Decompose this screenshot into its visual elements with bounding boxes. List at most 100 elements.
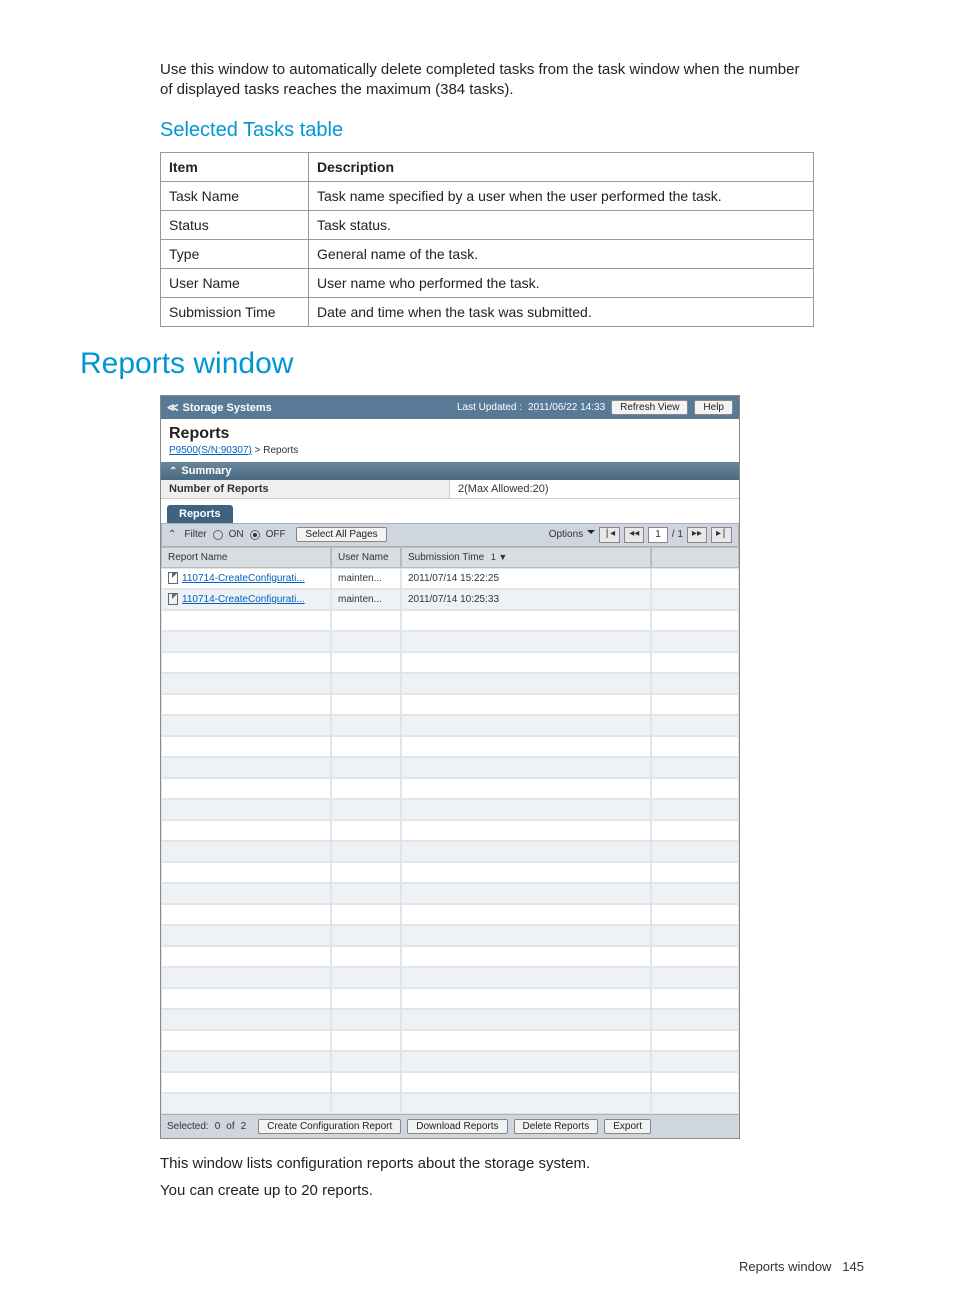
grid-cell: [401, 799, 651, 820]
export-button[interactable]: Export: [604, 1119, 651, 1134]
grid-cell: 2011/07/14 15:22:25: [401, 568, 651, 589]
grid-cell: [161, 883, 331, 904]
grid-cell: [331, 652, 401, 673]
grid-cell: [651, 799, 739, 820]
grid-cell: [651, 715, 739, 736]
cell-desc: User name who performed the task.: [309, 268, 814, 297]
grid-cell: [651, 778, 739, 799]
breadcrumb-link[interactable]: P9500(S/N:90307): [169, 445, 252, 456]
grid-cell: [401, 883, 651, 904]
grid-cell: [651, 1009, 739, 1030]
page-next-button[interactable]: ▸▸: [687, 527, 707, 543]
grid-cell: [651, 946, 739, 967]
grid-cell: [331, 1009, 401, 1030]
col-user-name[interactable]: User Name: [331, 547, 401, 568]
grid-cell: [401, 1072, 651, 1093]
grid-cell: [161, 631, 331, 652]
grid-cell: [331, 1051, 401, 1072]
filter-on-radio[interactable]: [213, 530, 223, 540]
chevron-down-icon: [587, 530, 595, 538]
download-reports-button[interactable]: Download Reports: [407, 1119, 507, 1134]
breadcrumb: P9500(S/N:90307) > Reports: [161, 443, 739, 462]
cell-desc: General name of the task.: [309, 239, 814, 268]
grid-cell: [651, 757, 739, 778]
page-prev-button[interactable]: ◂◂: [624, 527, 644, 543]
grid-cell: [331, 967, 401, 988]
page-last-button[interactable]: ▸|: [711, 527, 732, 543]
grid-cell: [161, 1030, 331, 1051]
breadcrumb-sep: >: [255, 445, 261, 456]
col-report-name[interactable]: Report Name: [161, 547, 331, 568]
page-current-input[interactable]: 1: [648, 527, 668, 543]
table-row: TypeGeneral name of the task.: [161, 239, 814, 268]
grid-cell: [651, 631, 739, 652]
selected-label: Selected:: [167, 1121, 209, 1132]
grid-cell: [401, 820, 651, 841]
col-spacer: [651, 547, 739, 568]
refresh-view-button[interactable]: Refresh View: [611, 400, 688, 415]
grid-cell: [331, 988, 401, 1009]
grid-cell: [651, 1072, 739, 1093]
grid-cell: [651, 883, 739, 904]
grid-cell: [401, 988, 651, 1009]
table-row: User NameUser name who performed the tas…: [161, 268, 814, 297]
selected-count: 0: [215, 1121, 221, 1132]
table-row: Task NameTask name specified by a user w…: [161, 181, 814, 210]
help-button[interactable]: Help: [694, 400, 733, 415]
grid-cell: [161, 799, 331, 820]
grid-cell: [651, 1093, 739, 1114]
grid-cell: [331, 946, 401, 967]
cell-desc: Task name specified by a user when the u…: [309, 181, 814, 210]
grid-cell: [401, 673, 651, 694]
grid-cell: [401, 904, 651, 925]
create-config-report-button[interactable]: Create Configuration Report: [258, 1119, 401, 1134]
page-first-button[interactable]: |◂: [599, 527, 620, 543]
summary-header[interactable]: Summary: [161, 462, 739, 480]
grid-cell: [161, 904, 331, 925]
grid-cell: [161, 925, 331, 946]
bottom-toolbar: Selected: 0 of 2 Create Configuration Re…: [161, 1114, 739, 1138]
tab-reports[interactable]: Reports: [167, 505, 233, 523]
page-total: / 1: [672, 529, 683, 540]
grid-cell: [161, 988, 331, 1009]
grid-cell: [331, 799, 401, 820]
grid-cell: [401, 694, 651, 715]
storage-systems-back[interactable]: Storage Systems: [167, 401, 272, 414]
grid-cell: [401, 1051, 651, 1072]
report-link[interactable]: 110714-CreateConfigurati...: [182, 594, 305, 605]
select-all-pages-button[interactable]: Select All Pages: [296, 527, 386, 542]
grid-cell: [401, 1030, 651, 1051]
summary-label: Summary: [181, 465, 231, 477]
collapse-filter-icon[interactable]: [168, 529, 180, 540]
grid-cell: [161, 694, 331, 715]
filter-on-label: ON: [229, 529, 244, 540]
page-title: Reports: [169, 425, 731, 443]
grid-cell: [331, 1072, 401, 1093]
cell-desc: Task status.: [309, 210, 814, 239]
last-updated-value: 2011/06/22 14:33: [528, 402, 605, 413]
grid-cell[interactable]: 110714-CreateConfigurati...: [161, 568, 331, 589]
intro-paragraph: Use this window to automatically delete …: [160, 60, 814, 101]
report-link[interactable]: 110714-CreateConfigurati...: [182, 573, 305, 584]
grid-cell[interactable]: 110714-CreateConfigurati...: [161, 589, 331, 610]
cell-item: Type: [161, 239, 309, 268]
cell-item: Task Name: [161, 181, 309, 210]
filter-off-label: OFF: [266, 529, 286, 540]
grid-cell: [161, 946, 331, 967]
grid-cell: [161, 778, 331, 799]
grid-cell: [401, 778, 651, 799]
grid-cell: [161, 610, 331, 631]
options-dropdown[interactable]: Options: [549, 529, 595, 540]
grid-cell: [401, 736, 651, 757]
grid-cell: [651, 925, 739, 946]
grid-cell: [331, 883, 401, 904]
grid-cell: [161, 820, 331, 841]
col-submission-time[interactable]: Submission Time 1 ▼: [401, 547, 651, 568]
filter-off-radio[interactable]: [250, 530, 260, 540]
desc-line-2: You can create up to 20 reports.: [160, 1182, 814, 1199]
top-bar: Storage Systems Last Updated : 2011/06/2…: [161, 396, 739, 419]
grid-cell: [401, 946, 651, 967]
grid-cell: [651, 904, 739, 925]
grid-cell: [331, 904, 401, 925]
delete-reports-button[interactable]: Delete Reports: [514, 1119, 599, 1134]
